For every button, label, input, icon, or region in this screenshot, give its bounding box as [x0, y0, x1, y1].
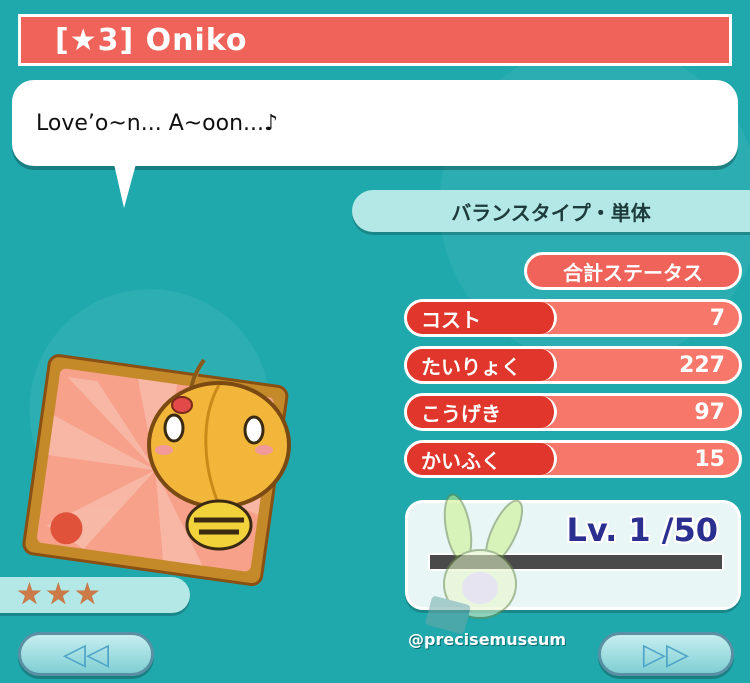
total-status-label: 合計ステータス	[563, 260, 703, 285]
stat-label: かいふく	[407, 443, 557, 475]
total-status-header: 合計ステータス	[524, 252, 742, 290]
stat-value: 227	[679, 352, 725, 378]
type-label-text: バランスタイプ・単体	[451, 200, 651, 225]
fast-forward-icon: ▷▷	[642, 636, 690, 672]
level-text: Lv. 1 /50	[566, 511, 718, 549]
stat-heal: かいふく 15	[404, 440, 742, 478]
speech-bubble-tail	[114, 164, 136, 208]
stat-label: コスト	[407, 302, 557, 334]
speech-bubble: Love’o~n... A~oon...♪	[12, 80, 738, 166]
stat-value: 97	[694, 399, 725, 425]
stat-attack: こうげき 97	[404, 393, 742, 431]
character-title-text: [★3] Oniko	[55, 22, 248, 58]
stat-cost: コスト 7	[404, 299, 742, 337]
bronze-star-icon: ★	[16, 577, 43, 612]
stat-value: 15	[694, 446, 725, 472]
character-card	[22, 354, 291, 587]
previous-button[interactable]: ◁◁	[18, 632, 154, 676]
next-button[interactable]: ▷▷	[598, 632, 734, 676]
stat-label: たいりょく	[407, 349, 557, 381]
character-title: [★3] Oniko	[18, 14, 732, 66]
stat-value: 7	[709, 305, 725, 331]
stat-hp: たいりょく 227	[404, 346, 742, 384]
mascot-watermark-icon	[425, 493, 524, 634]
watermark-text: @precisemuseum	[408, 630, 567, 649]
type-label: バランスタイプ・単体	[352, 190, 750, 232]
stat-label: こうげき	[407, 396, 557, 428]
dialogue-text: Love’o~n... A~oon...♪	[36, 110, 279, 136]
rewind-icon: ◁◁	[62, 636, 110, 672]
bronze-star-icon: ★	[73, 577, 101, 612]
rarity-stars: ★ ★ ★	[0, 577, 190, 613]
bronze-star-icon: ★	[44, 577, 72, 612]
